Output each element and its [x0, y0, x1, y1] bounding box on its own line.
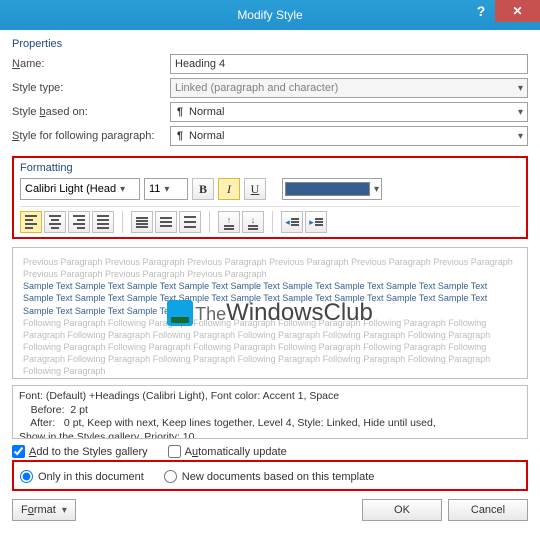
style-type-select: Linked (paragraph and character)▾ [170, 78, 528, 98]
chevron-down-icon: ▾ [374, 184, 379, 195]
underline-button[interactable]: U [244, 178, 266, 200]
indent-decrease-button[interactable]: ◂ [281, 211, 303, 233]
formatting-highlight: Formatting Calibri Light (Head▾ 11▾ B I … [12, 156, 528, 239]
chevron-down-icon: ▾ [518, 83, 523, 94]
paragraph-icon: ¶ [175, 131, 185, 141]
cancel-button[interactable]: Cancel [448, 499, 528, 521]
space-before-dec-button[interactable]: ↓ [242, 211, 264, 233]
chevron-down-icon: ▾ [518, 107, 523, 118]
font-select[interactable]: Calibri Light (Head▾ [20, 178, 140, 200]
paragraph-icon: ¶ [175, 107, 185, 117]
add-gallery-checkbox[interactable]: Add to the Styles gallery [12, 445, 148, 458]
format-button[interactable]: Format ▾ [12, 499, 76, 521]
indent-increase-button[interactable]: ▸ [305, 211, 327, 233]
bold-button[interactable]: B [192, 178, 214, 200]
chevron-down-icon: ▾ [164, 184, 169, 195]
chevron-down-icon: ▾ [518, 131, 523, 142]
properties-legend: Properties [12, 36, 528, 54]
line-spacing-15-button[interactable] [155, 211, 177, 233]
style-description: Font: (Default) +Headings (Calibri Light… [12, 385, 528, 439]
scope-highlight: Only in this document New documents base… [12, 460, 528, 491]
properties-group: Name: Style type: Linked (paragraph and … [12, 54, 528, 150]
font-color-select[interactable]: ▾ [282, 178, 382, 200]
align-right-button[interactable] [68, 211, 90, 233]
preview-sample-text: Sample Text Sample Text Sample Text Samp… [23, 280, 517, 316]
style-type-label: Style type: [12, 82, 170, 94]
font-size-select[interactable]: 11▾ [144, 178, 188, 200]
following-label: Style for following paragraph: [12, 130, 170, 142]
line-spacing-2-button[interactable] [179, 211, 201, 233]
help-button[interactable]: ? [467, 0, 495, 22]
preview-following-text: Following Paragraph Following Paragraph … [23, 317, 517, 378]
preview-box: Previous Paragraph Previous Paragraph Pr… [12, 247, 528, 379]
dialog-title: Modify Style [0, 8, 540, 22]
preview-previous-text: Previous Paragraph Previous Paragraph Pr… [23, 256, 517, 280]
close-button[interactable]: ✕ [495, 0, 540, 22]
name-label: Name: [12, 58, 170, 70]
italic-button[interactable]: I [218, 178, 240, 200]
chevron-down-icon: ▾ [62, 505, 67, 516]
name-input[interactable] [170, 54, 528, 74]
new-documents-radio[interactable]: New documents based on this template [164, 470, 375, 483]
based-on-select[interactable]: ¶Normal▾ [170, 102, 528, 122]
align-left-button[interactable] [20, 211, 42, 233]
only-document-radio[interactable]: Only in this document [20, 470, 144, 483]
space-before-inc-button[interactable]: ↑ [218, 211, 240, 233]
title-bar: Modify Style ? ✕ [0, 0, 540, 30]
align-justify-button[interactable] [92, 211, 114, 233]
color-swatch [285, 182, 370, 196]
align-center-button[interactable] [44, 211, 66, 233]
ok-button[interactable]: OK [362, 499, 442, 521]
line-spacing-1-button[interactable] [131, 211, 153, 233]
chevron-down-icon: ▾ [120, 184, 125, 195]
following-select[interactable]: ¶Normal▾ [170, 126, 528, 146]
based-on-label: Style based on: [12, 106, 170, 118]
auto-update-checkbox[interactable]: Automatically update [168, 445, 287, 458]
formatting-legend: Formatting [20, 162, 520, 174]
